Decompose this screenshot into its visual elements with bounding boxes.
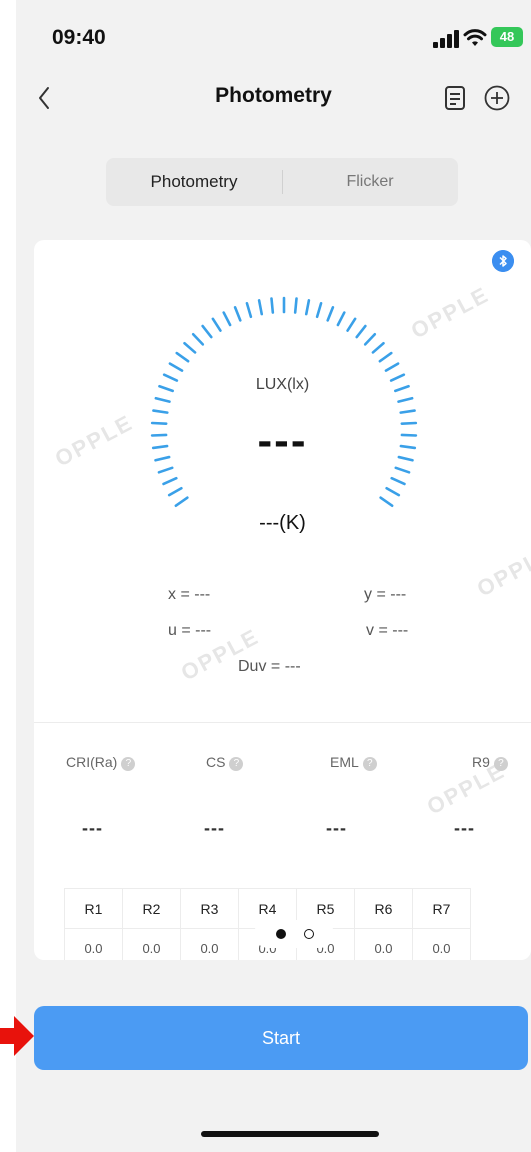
cct-value: ---(K) [259,512,306,534]
u-coordinate: u = --- [168,622,212,639]
tab-flicker[interactable]: Flicker [282,158,458,206]
gauge-tick [211,317,222,332]
red-arrow-icon [0,1016,34,1056]
help-icon[interactable]: ? [493,757,508,771]
gauge-tick [201,324,213,339]
table-header-cell: R3 [180,888,239,929]
metric-value-cs: --- [204,818,225,838]
gauge-tick [326,306,335,322]
wifi-icon [463,29,487,46]
gauge-tick [371,341,385,354]
table-header-cell: R6 [354,888,413,929]
metric-label-cri: CRI(Ra)? [66,754,136,771]
table-cell: 0.0 [412,928,471,960]
mode-segmented-control: Photometry Flicker [106,158,458,206]
start-button[interactable]: Start [34,1006,528,1070]
v-coordinate: v = --- [366,622,409,639]
add-icon[interactable] [483,84,511,112]
gauge-tick [162,476,178,486]
metric-value-cri: --- [82,818,103,838]
gauge-tick [399,409,416,414]
gauge-tick [245,302,253,319]
gauge-tick [390,476,406,486]
gauge-tick [346,317,357,332]
divider [34,722,531,723]
page-dot-inactive [304,929,314,939]
measurement-card: OPPLE OPPLE OPPLE OPPLE OPPLE LUX(lx) --… [34,240,531,960]
gauge-tick [384,362,400,372]
table-cell: 0.0 [64,928,123,960]
lux-label: LUX(lx) [255,376,310,393]
page-dot-active [276,929,286,939]
gauge-tick [355,324,367,339]
help-icon[interactable]: ? [229,757,244,771]
gauge-tick [397,396,414,403]
table-cell: 0.0 [122,928,181,960]
header: Photometry [16,70,531,126]
gauge-tick [379,496,394,508]
y-coordinate: y = --- [364,586,407,603]
help-icon[interactable]: ? [362,757,377,771]
gauge-tick [394,466,411,474]
x-coordinate: x = --- [168,586,211,603]
metric-label-r9: R9? [472,754,508,771]
gauge-tick [385,486,401,497]
signal-icon [433,30,459,48]
lux-gauge [150,296,418,508]
gauge-tick [270,297,275,314]
gauge-tick [315,302,323,319]
status-time: 09:40 [52,26,106,49]
gauge-tick [233,306,242,322]
gauge-tick [157,466,174,474]
gauge-tick [304,299,311,316]
gauge-tick [154,396,171,403]
metric-value-r9: --- [454,818,475,838]
gauge-tick [363,332,377,346]
help-icon[interactable]: ? [121,757,136,771]
gauge-tick [174,496,189,508]
gauge-tick [336,311,346,327]
gauge-tick [152,409,169,414]
gauge-tick [175,351,190,363]
table-header-cell: R7 [412,888,471,929]
tab-photometry[interactable]: Photometry [106,158,282,206]
metric-value-eml: --- [326,818,347,838]
table-header-cell: R2 [122,888,181,929]
gauge-tick [168,362,184,372]
bluetooth-icon[interactable] [492,250,514,272]
table-header-cell: R1 [64,888,123,929]
gauge-tick [167,486,183,497]
gauge-tick [191,332,205,346]
table-cell: 0.0 [180,928,239,960]
gauge-tick [378,351,393,363]
lux-value: --- [257,416,308,465]
page-indicator[interactable] [254,920,334,948]
gauge-tick [257,299,264,316]
duv-value: Duv = --- [238,658,301,675]
gauge-tick [293,297,298,314]
watermark: OPPLE [472,539,531,602]
metric-label-eml: EML? [330,754,377,771]
gauge-tick [222,311,232,327]
status-bar: 09:40 48 [16,0,531,70]
home-indicator[interactable] [201,1131,379,1137]
table-cell: 0.0 [354,928,413,960]
metric-label-cs: CS? [206,754,244,771]
document-icon[interactable] [442,84,468,112]
battery-indicator: 48 [491,27,523,47]
gauge-tick [183,341,197,354]
phone-screen: 09:40 48 Photometry Photometry Flicker O… [16,0,531,1152]
